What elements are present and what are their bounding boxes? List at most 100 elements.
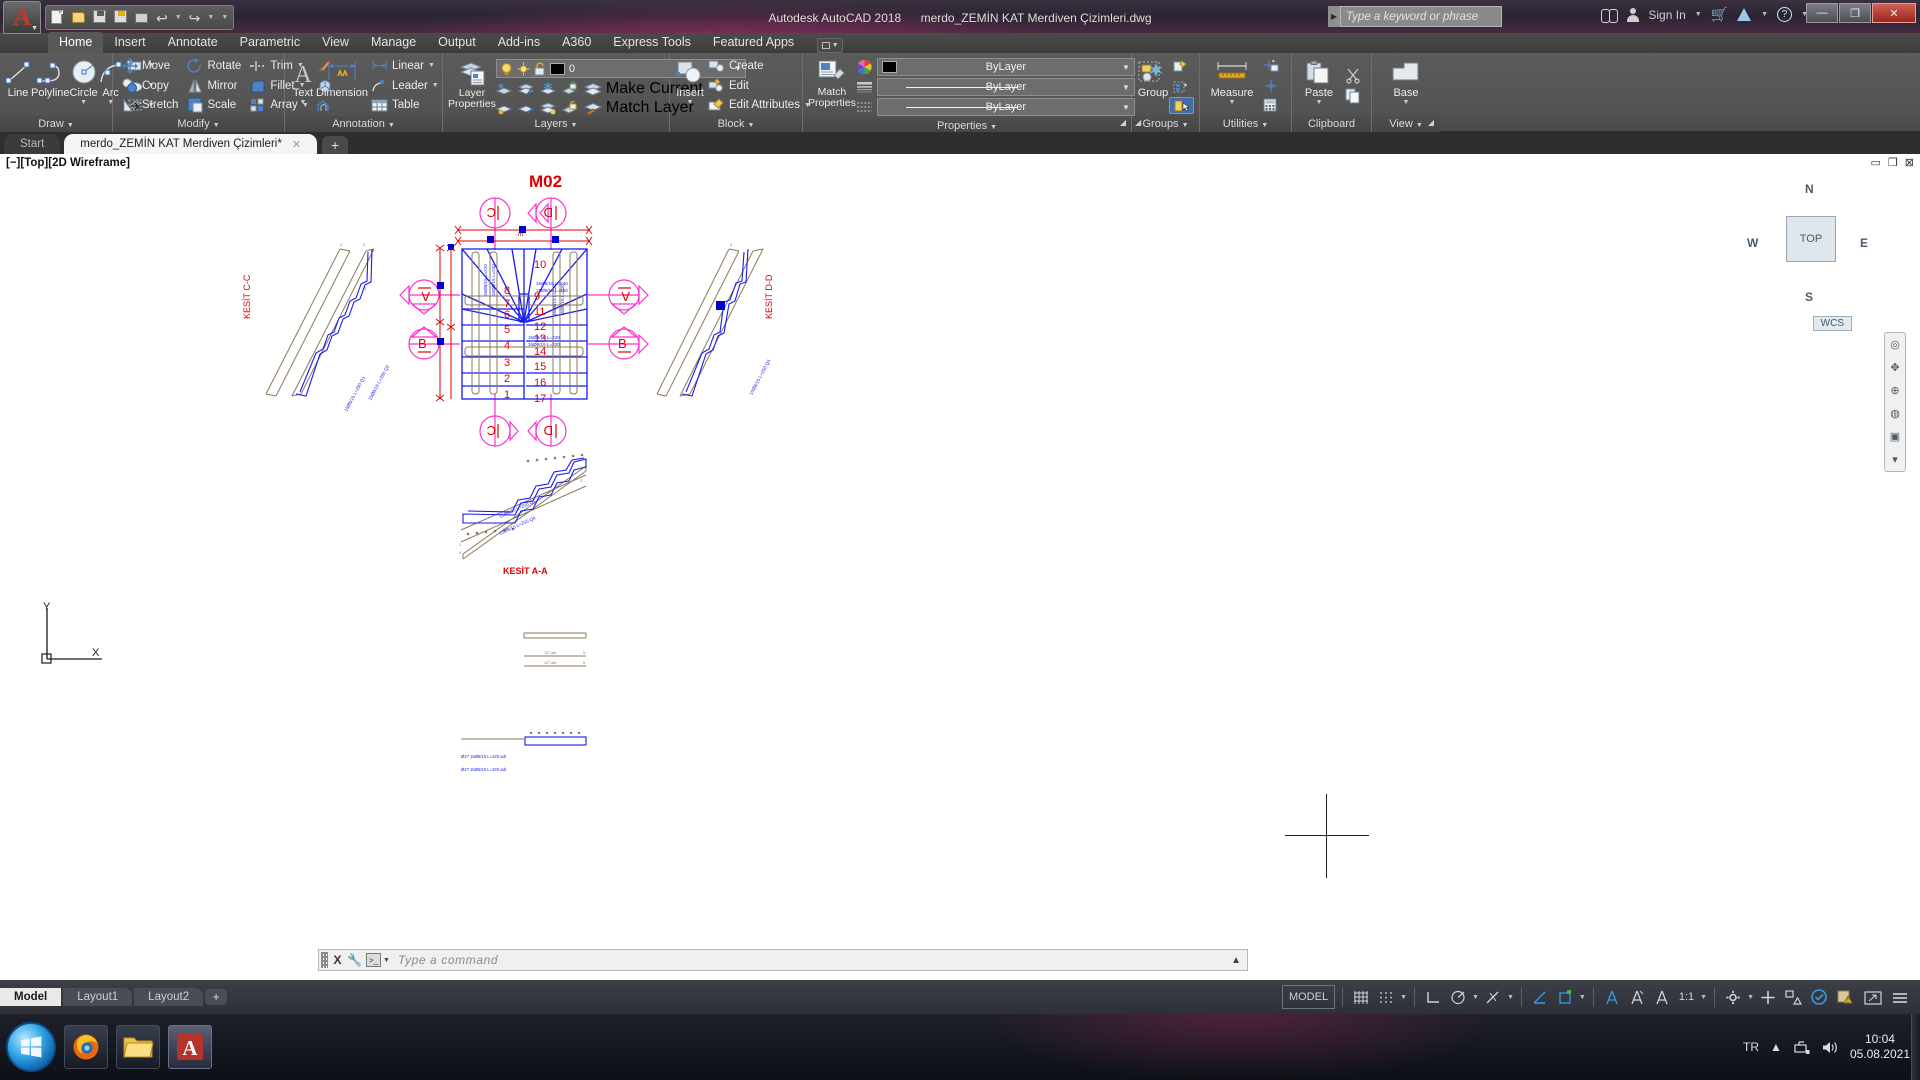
show-hidden-icon[interactable]: ▲: [1770, 1040, 1782, 1054]
line-button[interactable]: Line: [5, 57, 31, 115]
panel-block-title[interactable]: Block ▼: [670, 116, 802, 132]
chevron-down-icon[interactable]: ▼: [1700, 994, 1707, 1001]
chevron-down-icon[interactable]: ▼: [1579, 994, 1586, 1001]
file-explorer-icon[interactable]: [116, 1025, 160, 1069]
undo-icon[interactable]: ↩: [156, 11, 168, 25]
minimize-button[interactable]: —: [1806, 3, 1838, 23]
property-color-row[interactable]: ByLayer ▼: [856, 58, 1135, 76]
panel-dialog-launcher-icon[interactable]: ◢: [1428, 115, 1434, 131]
panel-clipboard-title[interactable]: Clipboard: [1292, 116, 1371, 132]
chevron-down-icon[interactable]: ▼: [1122, 103, 1130, 112]
stretch-button[interactable]: Stretch: [118, 96, 181, 115]
redo-dropdown-icon[interactable]: ▼: [207, 14, 214, 21]
wrench-icon[interactable]: 🔧: [346, 950, 363, 970]
property-lineweight-combo[interactable]: ByLayer ▼: [876, 78, 1135, 96]
fullscreen-icon[interactable]: [1861, 985, 1885, 1009]
move-button[interactable]: Move: [118, 57, 181, 76]
annotation-visibility-icon[interactable]: [1601, 985, 1623, 1009]
chevron-up-icon[interactable]: ▲: [1231, 955, 1247, 966]
annotation-scale-value[interactable]: 1:1: [1676, 985, 1697, 1009]
firefox-icon[interactable]: [64, 1025, 108, 1069]
app-store-icon[interactable]: 🛒: [1711, 6, 1728, 23]
copy-button[interactable]: Copy: [118, 76, 181, 95]
new-layout-button[interactable]: +: [205, 989, 228, 1005]
cad-drawing[interactable]: M02 C D C D A B A B m 8 7 6 5 4 3 2 1 10…: [0, 154, 1920, 980]
chevron-down-icon[interactable]: ▼: [1122, 83, 1130, 92]
autocad-icon[interactable]: A: [168, 1025, 212, 1069]
application-menu-button[interactable]: A ▼: [3, 1, 41, 34]
panel-draw-title[interactable]: Draw ▼: [0, 116, 112, 132]
edit-block-button[interactable]: Edit: [705, 76, 814, 95]
chevron-down-icon[interactable]: ▼: [1316, 99, 1323, 106]
panel-modify-title[interactable]: Modify ▼: [113, 116, 284, 132]
scale-button[interactable]: Scale: [183, 96, 244, 115]
close-button[interactable]: ✕: [1872, 3, 1916, 23]
panel-view-title[interactable]: View ▼ ◢: [1372, 116, 1440, 132]
panel-groups-title[interactable]: Groups ▼ ◢: [1132, 116, 1199, 132]
workspace-switching-icon[interactable]: [1722, 985, 1744, 1009]
polyline-button[interactable]: Polyline: [31, 57, 70, 115]
chevron-down-icon[interactable]: ▼: [1400, 994, 1407, 1001]
chevron-down-icon[interactable]: ▼: [383, 957, 390, 964]
help-icon[interactable]: ?: [1777, 7, 1793, 22]
group-edit-button[interactable]: [1169, 77, 1194, 96]
open-icon[interactable]: [72, 10, 86, 25]
layout-tab-layout2[interactable]: Layout2: [134, 988, 204, 1006]
plot-icon[interactable]: [135, 10, 149, 25]
chevron-down-icon[interactable]: ▼: [80, 99, 87, 106]
text-button[interactable]: A Text ▼: [290, 57, 316, 115]
cut-button[interactable]: [1341, 66, 1364, 85]
close-icon[interactable]: X: [329, 950, 346, 970]
tab-insert[interactable]: Insert: [103, 32, 156, 53]
paste-button[interactable]: Paste ▼: [1297, 57, 1341, 115]
language-indicator[interactable]: TR: [1743, 1040, 1759, 1054]
tab-view[interactable]: View: [311, 32, 360, 53]
autodesk-dropdown-icon[interactable]: ▼: [1761, 11, 1768, 18]
autodesk-logo-icon[interactable]: [1737, 8, 1752, 21]
chevron-down-icon[interactable]: ▼: [1403, 99, 1410, 106]
sign-in-dropdown-icon[interactable]: ▼: [1695, 11, 1702, 18]
redo-icon[interactable]: ↪: [189, 11, 201, 25]
infocenter-search[interactable]: ▶ Type a keyword or phrase: [1328, 6, 1502, 27]
drawing-status-icon[interactable]: !: [1834, 985, 1858, 1009]
space-mode-button[interactable]: MODEL: [1281, 985, 1336, 1009]
search-input[interactable]: Type a keyword or phrase: [1340, 6, 1502, 27]
grid-display-icon[interactable]: [1350, 985, 1372, 1009]
drawing-canvas[interactable]: [−][Top][2D Wireframe] ▭ ❐ ⊠ N E S W TOP…: [0, 154, 1920, 980]
match-properties-button[interactable]: Match Properties: [808, 56, 856, 114]
tab-a360[interactable]: A360: [551, 32, 602, 53]
drag-handle[interactable]: [321, 952, 328, 968]
annotation-scale-icon[interactable]: [1651, 985, 1673, 1009]
chevron-down-icon[interactable]: ▼: [1472, 994, 1479, 1001]
property-lineweight-row[interactable]: ByLayer ▼: [856, 78, 1135, 96]
chevron-down-icon[interactable]: ▼: [428, 62, 435, 69]
ungroup-button[interactable]: [1169, 57, 1194, 76]
layer-properties-button[interactable]: Layer Properties: [448, 57, 496, 115]
property-color-combo[interactable]: ByLayer ▼: [876, 58, 1135, 76]
rotate-button[interactable]: Rotate: [183, 57, 244, 76]
chevron-down-icon[interactable]: ▼: [432, 82, 439, 89]
create-block-button[interactable]: Create: [705, 57, 814, 76]
command-input[interactable]: Type a command: [390, 953, 1231, 967]
chevron-down-icon[interactable]: ▼: [1747, 994, 1754, 1001]
measure-button[interactable]: Measure ▼: [1205, 57, 1259, 115]
tab-express-tools[interactable]: Express Tools: [602, 32, 702, 53]
sign-in-label[interactable]: Sign In: [1648, 8, 1685, 22]
property-linetype-combo[interactable]: ByLayer ▼: [876, 98, 1135, 116]
customize-icon[interactable]: ▼: [221, 14, 228, 21]
base-view-button[interactable]: Base ▼: [1382, 57, 1430, 115]
search-expand-icon[interactable]: ▶: [1328, 6, 1340, 27]
group-selection-toggle-button[interactable]: [1169, 97, 1194, 114]
point-id-button[interactable]: [1259, 76, 1282, 95]
start-orb[interactable]: [6, 1022, 56, 1072]
chevron-down-icon[interactable]: ▼: [1229, 99, 1236, 106]
undo-dropdown-icon[interactable]: ▼: [175, 14, 182, 21]
table-button[interactable]: Table: [368, 96, 442, 115]
maximize-button[interactable]: ❐: [1839, 3, 1871, 23]
chevron-down-icon[interactable]: ▼: [1122, 63, 1130, 72]
file-tab-drawing[interactable]: merdo_ZEMİN KAT Merdiven Çizimleri* ✕: [64, 134, 318, 154]
snap-mode-icon[interactable]: [1375, 985, 1397, 1009]
tab-manage[interactable]: Manage: [360, 32, 427, 53]
dimension-button[interactable]: Dimension: [316, 57, 368, 115]
show-desktop-button[interactable]: [1911, 1014, 1920, 1080]
